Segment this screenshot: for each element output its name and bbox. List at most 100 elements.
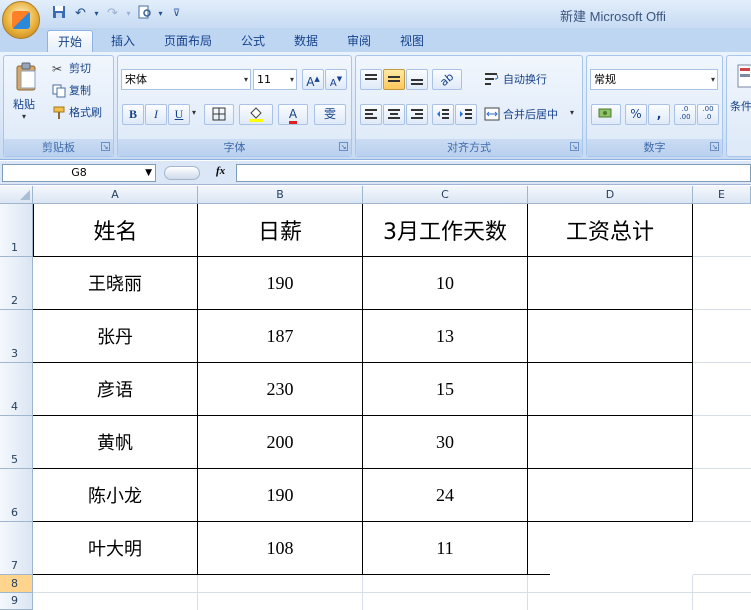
borders-button[interactable] (204, 104, 234, 125)
font-color-button[interactable]: A (278, 104, 308, 125)
decrease-decimal-button[interactable]: .00 .0 (697, 104, 719, 125)
row-header-3[interactable]: 3 (0, 310, 33, 363)
table-cell-daily-wage[interactable]: 187 (198, 310, 363, 363)
row-header-8[interactable]: 8 (0, 575, 33, 593)
insert-function-button[interactable]: fx (216, 165, 225, 177)
copy-button[interactable]: 复制 (69, 80, 91, 101)
row-header-1[interactable]: 1 (0, 204, 33, 257)
table-cell-work-days[interactable]: 11 (363, 522, 528, 575)
table-cell-daily-wage[interactable]: 190 (198, 257, 363, 310)
number-launcher-icon[interactable]: ↘ (710, 142, 719, 151)
clipboard-launcher-icon[interactable]: ↘ (101, 142, 110, 151)
table-cell-total-salary[interactable] (528, 257, 693, 310)
font-name-combo[interactable]: 宋体 ▾ (121, 69, 251, 90)
merge-dropdown-icon[interactable]: ▾ (570, 108, 574, 117)
increase-indent-button[interactable] (455, 104, 477, 125)
tab-home[interactable]: 开始 (47, 30, 93, 52)
table-header-daily-wage[interactable]: 日薪 (198, 204, 363, 257)
row-header-5[interactable]: 5 (0, 416, 33, 469)
table-cell-total-salary[interactable] (528, 522, 693, 575)
table-cell-daily-wage[interactable]: 230 (198, 363, 363, 416)
table-header-name[interactable]: 姓名 (33, 204, 198, 257)
print-preview-icon[interactable] (136, 5, 153, 22)
column-header-c[interactable]: C (363, 186, 528, 204)
align-left-button[interactable] (360, 104, 382, 125)
wrap-text-button[interactable]: 自动换行 (503, 69, 547, 90)
table-cell-daily-wage[interactable]: 190 (198, 469, 363, 522)
align-right-button[interactable] (406, 104, 428, 125)
row-header-2[interactable]: 2 (0, 257, 33, 310)
alignment-launcher-icon[interactable]: ↘ (570, 142, 579, 151)
table-cell-name[interactable]: 陈小龙 (33, 469, 198, 522)
table-cell-work-days[interactable]: 13 (363, 310, 528, 363)
percent-button[interactable]: % (625, 104, 647, 125)
save-icon[interactable] (50, 5, 67, 22)
table-cell-daily-wage[interactable]: 108 (198, 522, 363, 575)
print-dropdown-icon[interactable]: ▾ (152, 5, 169, 22)
tab-insert[interactable]: 插入 (99, 30, 147, 52)
comma-button[interactable]: , (648, 104, 670, 125)
select-all-corner[interactable] (0, 186, 33, 204)
tab-page-layout[interactable]: 页面布局 (154, 30, 222, 52)
table-cell-name[interactable]: 叶大明 (33, 522, 198, 575)
name-box[interactable]: G8 ▼ (2, 164, 156, 182)
conditional-format-button[interactable]: 条件 (730, 96, 751, 117)
align-center-button[interactable] (383, 104, 405, 125)
phonetic-button[interactable]: 雯 (314, 104, 346, 125)
column-header-d[interactable]: D (528, 186, 693, 204)
chevron-down-icon[interactable]: ▼ (145, 165, 152, 181)
align-middle-button[interactable] (383, 69, 405, 90)
table-cell-work-days[interactable]: 15 (363, 363, 528, 416)
table-cell-total-salary[interactable] (528, 469, 693, 522)
cut-button[interactable]: 剪切 (69, 58, 91, 79)
table-cell-work-days[interactable]: 30 (363, 416, 528, 469)
table-cell-name[interactable]: 彦语 (33, 363, 198, 416)
redo-dropdown-icon[interactable]: ▾ (120, 5, 137, 22)
undo-icon[interactable]: ↶ (72, 5, 89, 22)
table-cell-work-days[interactable]: 10 (363, 257, 528, 310)
italic-button[interactable]: I (145, 104, 167, 125)
decrease-indent-button[interactable] (432, 104, 454, 125)
fill-color-button[interactable] (239, 104, 273, 125)
tab-data[interactable]: 数据 (283, 30, 329, 52)
row-header-6[interactable]: 6 (0, 469, 33, 522)
row-header-4[interactable]: 4 (0, 363, 33, 416)
office-button[interactable] (2, 1, 40, 39)
tab-formulas[interactable]: 公式 (230, 30, 276, 52)
table-cell-total-salary[interactable] (528, 363, 693, 416)
table-cell-daily-wage[interactable]: 200 (198, 416, 363, 469)
table-cell-name[interactable]: 张丹 (33, 310, 198, 363)
column-header-b[interactable]: B (198, 186, 363, 204)
undo-dropdown-icon[interactable]: ▾ (88, 5, 105, 22)
orientation-button[interactable]: ab (432, 69, 462, 90)
font-launcher-icon[interactable]: ↘ (339, 142, 348, 151)
table-cell-work-days[interactable]: 24 (363, 469, 528, 522)
bold-button[interactable]: B (122, 104, 144, 125)
customize-icon[interactable]: ⊽ (168, 5, 185, 22)
table-cell-total-salary[interactable] (528, 416, 693, 469)
column-header-e[interactable]: E (693, 186, 751, 204)
underline-dropdown-icon[interactable]: ▾ (192, 108, 196, 117)
paste-dropdown-icon[interactable]: ▾ (22, 112, 26, 121)
formula-input[interactable] (236, 164, 751, 182)
format-painter-button[interactable]: 格式刷 (69, 102, 102, 123)
row-header-7[interactable]: 7 (0, 522, 33, 575)
grow-font-button[interactable]: A▲ (302, 69, 324, 90)
number-format-combo[interactable]: 常规 ▾ (590, 69, 718, 90)
merge-center-button[interactable]: 合并后居中 (503, 104, 558, 125)
shrink-font-button[interactable]: A▼ (325, 69, 347, 90)
table-header-total-salary[interactable]: 工资总计 (528, 204, 693, 257)
row-header-9[interactable]: 9 (0, 593, 33, 610)
align-top-button[interactable] (360, 69, 382, 90)
tab-review[interactable]: 审阅 (336, 30, 382, 52)
redo-icon[interactable]: ↷ (104, 5, 121, 22)
accounting-format-button[interactable] (591, 104, 621, 125)
underline-button[interactable]: U (168, 104, 190, 125)
align-bottom-button[interactable] (406, 69, 428, 90)
increase-decimal-button[interactable]: .0 .00 (674, 104, 696, 125)
tab-view[interactable]: 视图 (389, 30, 435, 52)
table-header-work-days[interactable]: 3月工作天数 (363, 204, 528, 257)
font-size-combo[interactable]: 11 ▾ (253, 69, 297, 90)
column-header-a[interactable]: A (33, 186, 198, 204)
table-cell-name[interactable]: 王晓丽 (33, 257, 198, 310)
